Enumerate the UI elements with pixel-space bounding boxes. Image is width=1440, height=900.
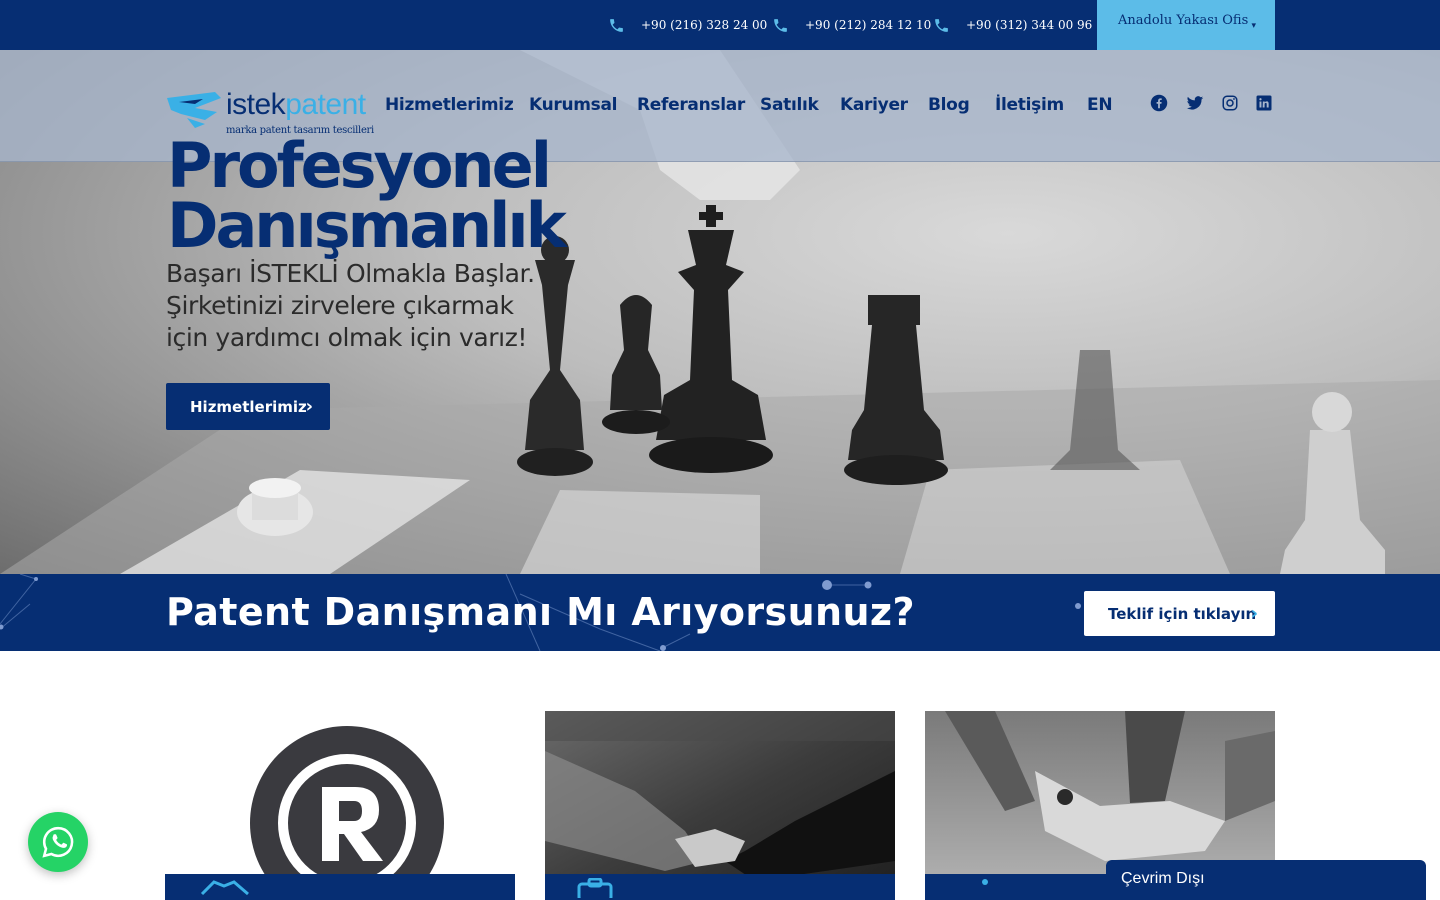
phone-icon xyxy=(774,18,787,32)
chevron-right-icon: › xyxy=(305,396,313,417)
twitter-icon[interactable] xyxy=(1186,94,1204,112)
logo-word-istek: istek xyxy=(226,88,286,121)
chevron-right-icon: › xyxy=(1250,603,1258,624)
linkedin-icon[interactable] xyxy=(1255,94,1273,112)
nav-item-satilik[interactable]: Satılık xyxy=(760,95,819,115)
nav-item-kurumsal[interactable]: Kurumsal xyxy=(529,95,618,115)
hero-title-line-1: Profesyonel xyxy=(167,129,552,202)
service-card-1[interactable] xyxy=(165,711,515,900)
nav-item-language-en[interactable]: EN xyxy=(1087,95,1113,115)
phone-number: +90 (216) 328 24 00 xyxy=(641,18,768,32)
hero-button-label: Hizmetlerimiz xyxy=(190,397,307,416)
nav-item-referanslar[interactable]: Referanslar xyxy=(637,95,745,115)
hero-subtitle: Başarı İSTEKLİ Olmakla Başlar. Şirketini… xyxy=(166,259,535,352)
chat-status-label: Çevrim Dışı xyxy=(1121,870,1205,887)
phone-link-1[interactable]: +90 (216) 328 24 00 xyxy=(608,15,767,35)
service-card-2[interactable] xyxy=(545,711,895,900)
hero-services-button[interactable]: Hizmetlerimiz › xyxy=(166,383,330,430)
people-icon xyxy=(982,879,988,885)
live-chat-status-bar[interactable]: Çevrim Dışı xyxy=(1106,860,1426,900)
office-select[interactable]: Anadolu Yakası Ofis ▾ xyxy=(1097,0,1275,50)
phone-number: +90 (312) 344 00 96 xyxy=(966,18,1093,32)
nav-item-iletisim[interactable]: İletişim xyxy=(995,95,1064,115)
briefcase-icon xyxy=(577,878,613,898)
phone-number: +90 (212) 284 12 10 xyxy=(805,18,932,32)
registered-trademark-image xyxy=(165,711,515,900)
whatsapp-icon xyxy=(42,826,74,858)
facebook-icon[interactable] xyxy=(1150,94,1168,112)
instagram-icon[interactable] xyxy=(1221,94,1239,112)
hero-title-line-2: Danışmanlık xyxy=(167,189,567,262)
nav-item-kariyer[interactable]: Kariyer xyxy=(840,95,908,115)
handshake-icon xyxy=(200,880,249,896)
phone-link-3[interactable]: +90 (312) 344 00 96 xyxy=(933,15,1092,35)
hero-section: istekpatent marka patent tasarım tescill… xyxy=(0,50,1440,574)
phone-link-2[interactable]: +90 (212) 284 12 10 xyxy=(772,15,931,35)
cta-banner: Patent Danışmanı Mı Arıyorsunuz? Teklif … xyxy=(0,574,1440,651)
cta-title: Patent Danışmanı Mı Arıyorsunuz? xyxy=(166,590,915,634)
logo-icon xyxy=(167,92,221,128)
logo-word-patent: patent xyxy=(285,88,366,121)
hero-title: Profesyonel Danışmanlık xyxy=(167,129,567,262)
phone-icon xyxy=(935,18,948,32)
top-bar: +90 (216) 328 24 00 +90 (212) 284 12 10 … xyxy=(0,0,1440,50)
nav-item-blog[interactable]: Blog xyxy=(928,95,970,115)
nav-item-hizmetlerimiz[interactable]: Hizmetlerimiz xyxy=(385,95,514,115)
phone-icon xyxy=(610,18,623,32)
chevron-down-icon: ▾ xyxy=(1251,21,1256,31)
whatsapp-chat-button[interactable] xyxy=(28,812,88,872)
quote-request-button[interactable]: Teklif için tıklayın › xyxy=(1084,591,1275,636)
business-handshake-image xyxy=(545,711,895,900)
quote-button-label: Teklif için tıklayın xyxy=(1108,604,1257,623)
logo-wordmark: istekpatent xyxy=(226,88,366,122)
office-select-value: Anadolu Yakası Ofis xyxy=(1118,13,1249,28)
